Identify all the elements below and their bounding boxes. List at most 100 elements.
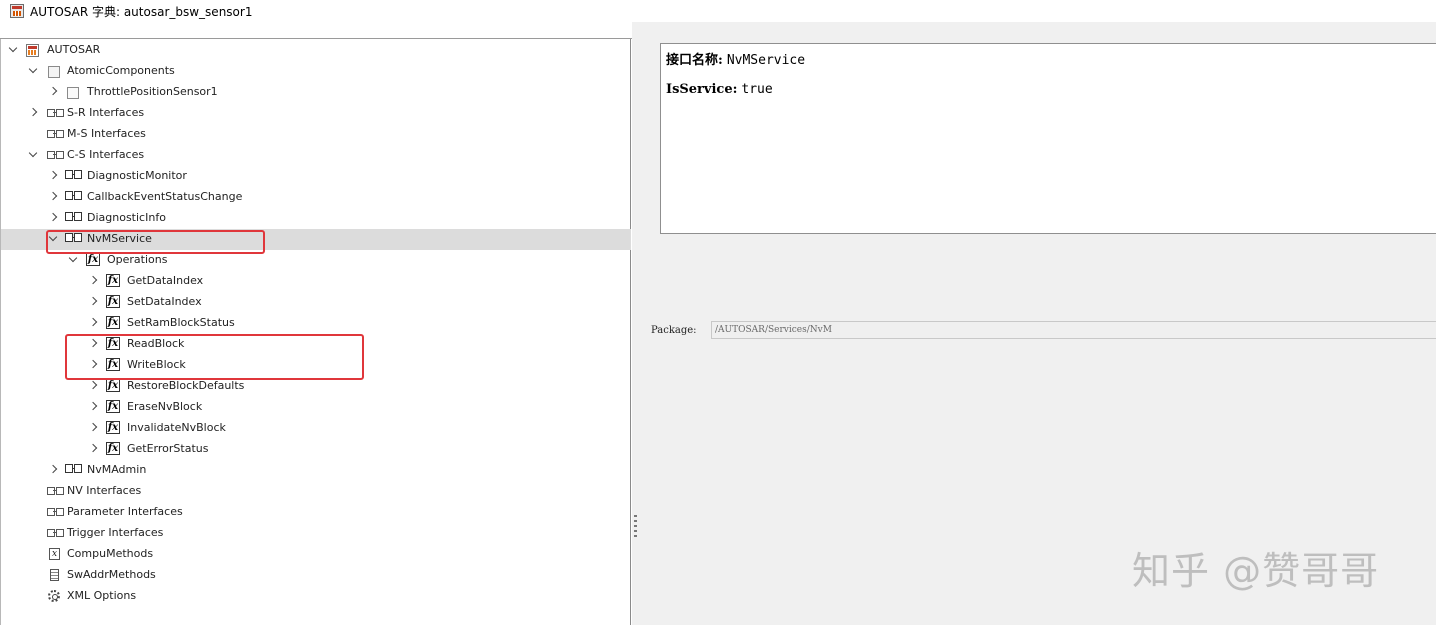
tree-item-label: DiagnosticInfo <box>87 211 166 224</box>
collapse-chevron-icon[interactable] <box>49 465 59 475</box>
tree-item-label: RestoreBlockDefaults <box>127 379 245 392</box>
package-label: Package: <box>651 325 697 336</box>
tree-item-label: SetDataIndex <box>127 295 202 308</box>
expand-chevron-icon[interactable] <box>28 150 38 160</box>
collapse-chevron-icon[interactable] <box>89 297 99 307</box>
tree-item-label: GetErrorStatus <box>127 442 209 455</box>
tree-item-label: AUTOSAR <box>47 43 101 56</box>
document-icon <box>50 569 59 581</box>
folder-icon <box>48 66 60 78</box>
interface-icon <box>47 130 65 138</box>
tree-item-set-ram-block-status[interactable]: fx SetRamBlockStatus <box>1 313 631 334</box>
interface-icon <box>47 109 65 117</box>
tree-item-get-error-status[interactable]: fx GetErrorStatus <box>1 439 631 460</box>
interface-icon <box>47 529 65 537</box>
tree-item-label: Parameter Interfaces <box>67 505 183 518</box>
tree-item-ms-interfaces[interactable]: M-S Interfaces <box>1 124 631 145</box>
function-icon: fx <box>106 400 120 413</box>
highlight-box-nvm-service <box>46 230 265 254</box>
tree-item-label: NvMAdmin <box>87 463 147 476</box>
component-icon <box>67 87 79 99</box>
splitter-handle[interactable] <box>634 515 637 539</box>
tree-item-xml-options[interactable]: XML Options <box>1 586 631 607</box>
tree-item-label: Operations <box>107 253 168 266</box>
tree-item-nvm-admin[interactable]: NvMAdmin <box>1 460 631 481</box>
app-icon <box>10 4 24 18</box>
tree-item-sr-interfaces[interactable]: S-R Interfaces <box>1 103 631 124</box>
is-service-line: IsService: true <box>666 82 773 97</box>
tree-item-label: C-S Interfaces <box>67 148 145 161</box>
tree-header-strip <box>0 22 632 39</box>
tree-item-erase-nv-block[interactable]: fx EraseNvBlock <box>1 397 631 418</box>
interface-icon <box>47 508 65 516</box>
tree-item-nv-interfaces[interactable]: NV Interfaces <box>1 481 631 502</box>
tree-item-parameter-interfaces[interactable]: Parameter Interfaces <box>1 502 631 523</box>
tree-item-label: SetRamBlockStatus <box>127 316 235 329</box>
compu-method-icon: x <box>49 548 60 560</box>
watermark-text: 知乎 @赞哥哥 <box>1132 549 1380 593</box>
function-icon: fx <box>106 295 120 308</box>
function-icon: fx <box>106 274 120 287</box>
cs-interface-icon <box>65 212 83 222</box>
collapse-chevron-icon[interactable] <box>89 276 99 286</box>
collapse-chevron-icon[interactable] <box>89 444 99 454</box>
tree-item-label: SwAddrMethods <box>67 568 156 581</box>
tree-item-invalidate-nv-block[interactable]: fx InvalidateNvBlock <box>1 418 631 439</box>
interface-icon <box>47 487 65 495</box>
interface-info-box: 接口名称: NvMService IsService: true <box>660 43 1436 234</box>
collapse-chevron-icon[interactable] <box>49 213 59 223</box>
interface-name-label: 接口名称: <box>666 53 723 68</box>
is-service-value: true <box>741 82 773 97</box>
tree-item-diagnostic-info[interactable]: DiagnosticInfo <box>1 208 631 229</box>
interface-icon <box>47 151 65 159</box>
collapse-chevron-icon[interactable] <box>49 192 59 202</box>
tree-item-diagnostic-monitor[interactable]: DiagnosticMonitor <box>1 166 631 187</box>
gear-icon <box>48 590 60 602</box>
tree-item-label: CallbackEventStatusChange <box>87 190 243 203</box>
tree-item-label: XML Options <box>67 589 137 602</box>
package-field[interactable]: /AUTOSAR/Services/NvM <box>711 321 1436 339</box>
collapse-chevron-icon[interactable] <box>49 171 59 181</box>
title-bar: AUTOSAR 字典: autosar_bsw_sensor1 <box>0 0 1436 22</box>
tree-item-label: GetDataIndex <box>127 274 204 287</box>
function-icon: fx <box>106 379 120 392</box>
tree-item-label: S-R Interfaces <box>67 106 145 119</box>
collapse-chevron-icon[interactable] <box>89 402 99 412</box>
tree-item-atomic-components[interactable]: AtomicComponents <box>1 61 631 82</box>
collapse-chevron-icon[interactable] <box>89 423 99 433</box>
tree-item-autosar[interactable]: AUTOSAR <box>1 40 631 61</box>
details-pane: 接口名称: NvMService IsService: true Package: … <box>632 22 1436 625</box>
tree-item-sw-addr-methods[interactable]: SwAddrMethods <box>1 565 631 586</box>
function-icon: fx <box>106 421 120 434</box>
tree-item-get-data-index[interactable]: fx GetDataIndex <box>1 271 631 292</box>
tree-item-trigger-interfaces[interactable]: Trigger Interfaces <box>1 523 631 544</box>
tree-item-cs-interfaces[interactable]: C-S Interfaces <box>1 145 631 166</box>
expand-chevron-icon[interactable] <box>8 45 18 55</box>
function-icon: fx <box>106 442 120 455</box>
tree-item-label: AtomicComponents <box>67 64 175 77</box>
collapse-chevron-icon[interactable] <box>89 318 99 328</box>
tree-item-label: NV Interfaces <box>67 484 142 497</box>
collapse-chevron-icon[interactable] <box>89 381 99 391</box>
collapse-chevron-icon[interactable] <box>49 87 59 97</box>
tree-item-set-data-index[interactable]: fx SetDataIndex <box>1 292 631 313</box>
cs-interface-icon <box>65 170 83 180</box>
tree-item-label: InvalidateNvBlock <box>127 421 226 434</box>
tree-item-compu-methods[interactable]: x CompuMethods <box>1 544 631 565</box>
interface-name-value: NvMService <box>726 53 806 68</box>
tree-item-label: DiagnosticMonitor <box>87 169 187 182</box>
tree-item-callback-event-status-change[interactable]: CallbackEventStatusChange <box>1 187 631 208</box>
tree-view[interactable]: AUTOSAR AtomicComponents ThrottlePositio… <box>0 39 631 625</box>
collapse-chevron-icon[interactable] <box>29 108 39 118</box>
tree-item-label: Trigger Interfaces <box>67 526 164 539</box>
function-icon: fx <box>106 316 120 329</box>
is-service-label: IsService: <box>666 82 738 97</box>
window-title: AUTOSAR 字典: autosar_bsw_sensor1 <box>30 4 253 19</box>
expand-chevron-icon[interactable] <box>28 66 38 76</box>
tree-item-throttle-sensor[interactable]: ThrottlePositionSensor1 <box>1 82 631 103</box>
tree-item-label: CompuMethods <box>67 547 154 560</box>
tree-item-label: EraseNvBlock <box>127 400 203 413</box>
autosar-root-icon <box>26 44 39 57</box>
expand-chevron-icon[interactable] <box>68 255 78 265</box>
function-icon: fx <box>86 253 100 266</box>
